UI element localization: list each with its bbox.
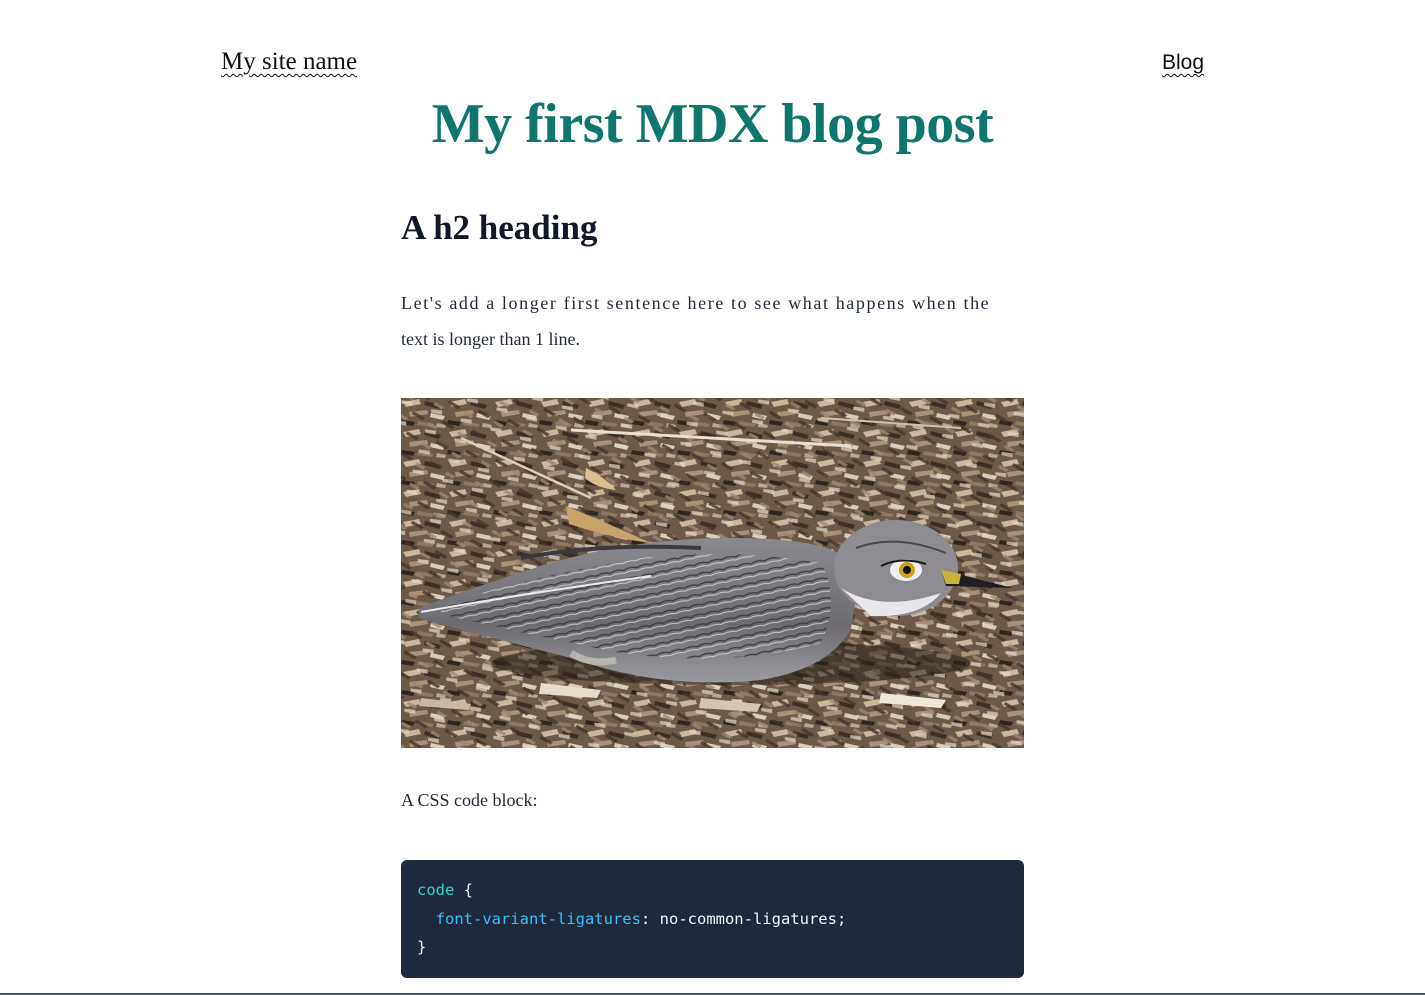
intro-paragraph-line-1: Let's add a longer first sentence here t… — [401, 293, 991, 313]
code-line-2: font-variant-ligatures: no-common-ligatu… — [417, 905, 1008, 934]
code-line-1: code { — [417, 876, 1008, 905]
intro-paragraph: Let's add a longer first sentence here t… — [401, 285, 1001, 357]
bird-photo — [401, 398, 1024, 748]
code-colon: : — [640, 909, 660, 928]
post-title: My first MDX blog post — [431, 93, 994, 155]
css-code-block[interactable]: code { font-variant-ligatures: no-common… — [401, 860, 1024, 978]
code-close-brace: } — [417, 938, 427, 956]
site-name-link[interactable]: My site name — [221, 48, 357, 76]
intro-paragraph-line-2: text is longer than 1 line. — [401, 329, 580, 349]
code-open-brace: { — [454, 881, 473, 899]
code-selector: code — [417, 881, 455, 899]
code-caption: A CSS code block: — [401, 790, 538, 810]
nav-blog-link[interactable]: Blog — [1162, 51, 1204, 75]
code-value: no-common-ligatures; — [659, 909, 847, 928]
section-heading: A h2 heading — [401, 208, 598, 247]
code-line-3: } — [417, 933, 1008, 962]
code-property: font-variant-ligatures — [435, 909, 641, 928]
